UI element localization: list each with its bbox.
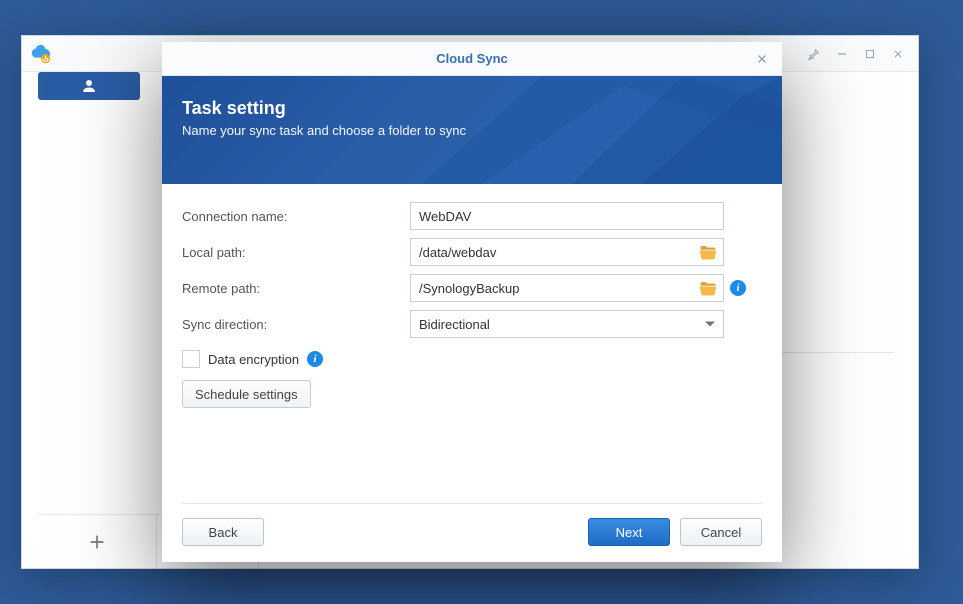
app-icon <box>30 43 52 65</box>
pin-icon[interactable] <box>800 40 828 68</box>
dialog-footer: Back Next Cancel <box>182 503 762 546</box>
task-setting-dialog: Cloud Sync Task setting Name your sync t… <box>162 42 782 562</box>
sidebar <box>38 72 168 568</box>
dialog-close-button[interactable] <box>748 45 776 73</box>
user-icon <box>80 77 98 95</box>
connection-name-value: WebDAV <box>419 209 471 224</box>
maximize-icon[interactable] <box>856 40 884 68</box>
local-path-input[interactable]: /data/webdav <box>410 238 724 266</box>
connection-name-row: Connection name: WebDAV <box>182 200 762 232</box>
connection-name-input[interactable]: WebDAV <box>410 202 724 230</box>
remote-path-value: /SynologyBackup <box>419 281 519 296</box>
remote-path-label: Remote path: <box>182 281 410 296</box>
task-form: Connection name: WebDAV Local path: /dat… <box>162 184 782 408</box>
local-path-label: Local path: <box>182 245 410 260</box>
browse-local-button[interactable] <box>697 242 719 262</box>
remote-path-input[interactable]: /SynologyBackup <box>410 274 724 302</box>
sync-direction-select[interactable]: Bidirectional <box>410 310 724 338</box>
minimize-icon[interactable] <box>828 40 856 68</box>
dialog-titlebar: Cloud Sync <box>162 42 782 76</box>
local-path-value: /data/webdav <box>419 245 496 260</box>
remote-path-row: Remote path: /SynologyBackup i <box>182 272 762 304</box>
sidebar-account-tab[interactable] <box>38 72 140 100</box>
data-encryption-checkbox[interactable] <box>182 350 200 368</box>
cancel-button[interactable]: Cancel <box>680 518 762 546</box>
back-button-label: Back <box>209 525 238 540</box>
browse-remote-button[interactable] <box>697 278 719 298</box>
add-button[interactable] <box>38 515 157 568</box>
close-icon <box>755 52 769 66</box>
data-encryption-label: Data encryption <box>208 352 299 367</box>
local-path-row: Local path: /data/webdav <box>182 236 762 268</box>
sync-direction-row: Sync direction: Bidirectional <box>182 308 762 340</box>
data-encryption-row: Data encryption i <box>182 350 762 368</box>
chevron-down-icon <box>705 322 715 327</box>
sync-direction-value: Bidirectional <box>419 317 490 332</box>
schedule-settings-label: Schedule settings <box>195 387 298 402</box>
plus-icon <box>87 532 107 552</box>
next-button-label: Next <box>616 525 643 540</box>
remote-path-info-icon[interactable]: i <box>730 280 746 296</box>
hero-subtitle: Name your sync task and choose a folder … <box>182 123 762 138</box>
next-button[interactable]: Next <box>588 518 670 546</box>
dialog-hero: Task setting Name your sync task and cho… <box>162 76 782 184</box>
cancel-button-label: Cancel <box>701 525 741 540</box>
connection-name-label: Connection name: <box>182 209 410 224</box>
encryption-info-icon[interactable]: i <box>307 351 323 367</box>
window-controls <box>800 36 912 71</box>
dialog-title: Cloud Sync <box>436 51 508 66</box>
close-icon[interactable] <box>884 40 912 68</box>
back-button[interactable]: Back <box>182 518 264 546</box>
folder-icon <box>699 280 717 296</box>
schedule-settings-button[interactable]: Schedule settings <box>182 380 311 408</box>
hero-heading: Task setting <box>182 98 762 119</box>
sync-direction-label: Sync direction: <box>182 317 410 332</box>
folder-icon <box>699 244 717 260</box>
